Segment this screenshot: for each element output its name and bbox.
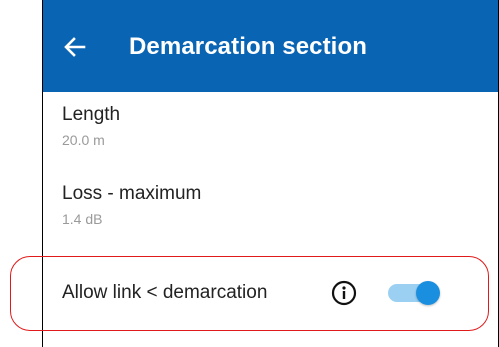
allow-link-toggle[interactable] bbox=[386, 281, 442, 305]
back-button[interactable] bbox=[61, 33, 89, 61]
app-header: Demarcation section bbox=[43, 0, 498, 92]
setting-loss-maximum-value: 1.4 dB bbox=[62, 211, 103, 227]
info-button[interactable] bbox=[331, 280, 357, 306]
page-title: Demarcation section bbox=[129, 33, 367, 60]
setting-length-value: 20.0 m bbox=[62, 132, 105, 148]
arrow-left-icon bbox=[64, 37, 86, 57]
toggle-thumb bbox=[416, 281, 440, 305]
allow-link-label: Allow link < demarcation bbox=[62, 282, 268, 303]
setting-length-label: Length bbox=[62, 104, 121, 125]
setting-loss-maximum-label: Loss - maximum bbox=[62, 183, 202, 204]
info-icon bbox=[331, 280, 357, 306]
